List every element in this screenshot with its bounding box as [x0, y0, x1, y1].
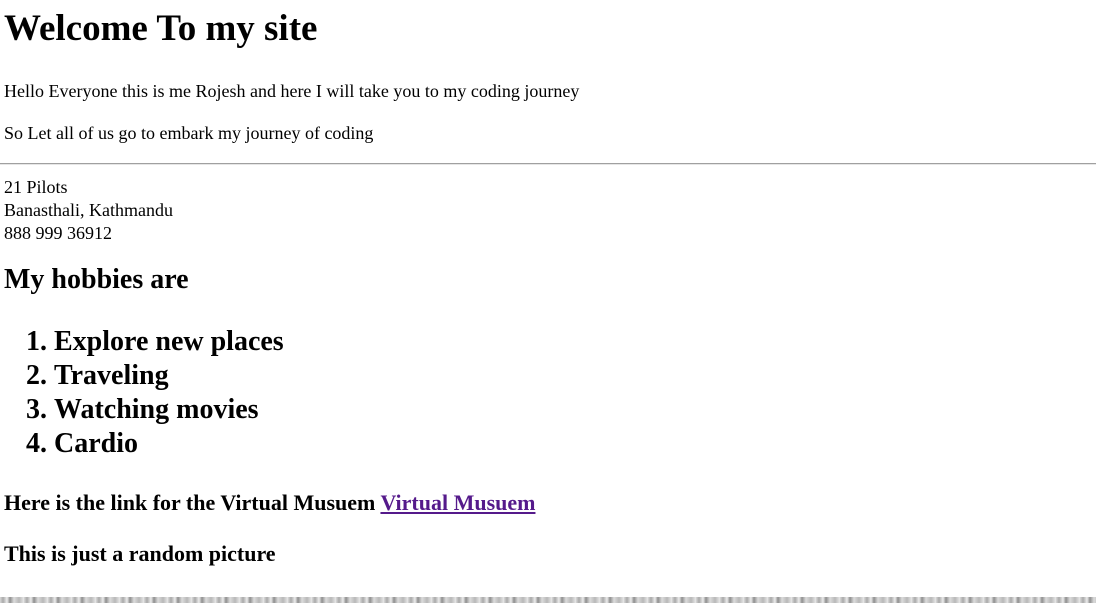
- hobbies-list: Explore new places Traveling Watching mo…: [4, 325, 1096, 461]
- address-location: Banasthali, Kathmandu: [4, 200, 173, 220]
- list-item: Watching movies: [54, 393, 1096, 427]
- divider: [0, 163, 1096, 165]
- intro-paragraph-2: So Let all of us go to embark my journey…: [4, 123, 374, 143]
- list-item: Explore new places: [54, 325, 1096, 359]
- virtual-museum-link[interactable]: Virtual Musuem: [380, 490, 535, 515]
- intro-paragraph-1: Hello Everyone this is me Rojesh and her…: [4, 81, 580, 101]
- page-title: Welcome To my site: [4, 8, 318, 49]
- list-item: Traveling: [54, 359, 1096, 393]
- address-name: 21 Pilots: [4, 177, 68, 197]
- random-picture: [0, 597, 1096, 603]
- list-item: Cardio: [54, 427, 1096, 461]
- page: Welcome To my site Hello Everyone this i…: [0, 0, 1096, 603]
- museum-link-heading: Here is the link for the Virtual Musuem …: [4, 490, 1096, 516]
- picture-caption: This is just a random picture: [4, 541, 276, 566]
- museum-link-text: Here is the link for the Virtual Musuem: [4, 490, 376, 515]
- address-block: 21 Pilots Banasthali, Kathmandu 888 999 …: [4, 176, 1096, 245]
- hobbies-heading: My hobbies are: [4, 264, 189, 295]
- address-phone: 888 999 36912: [4, 223, 112, 243]
